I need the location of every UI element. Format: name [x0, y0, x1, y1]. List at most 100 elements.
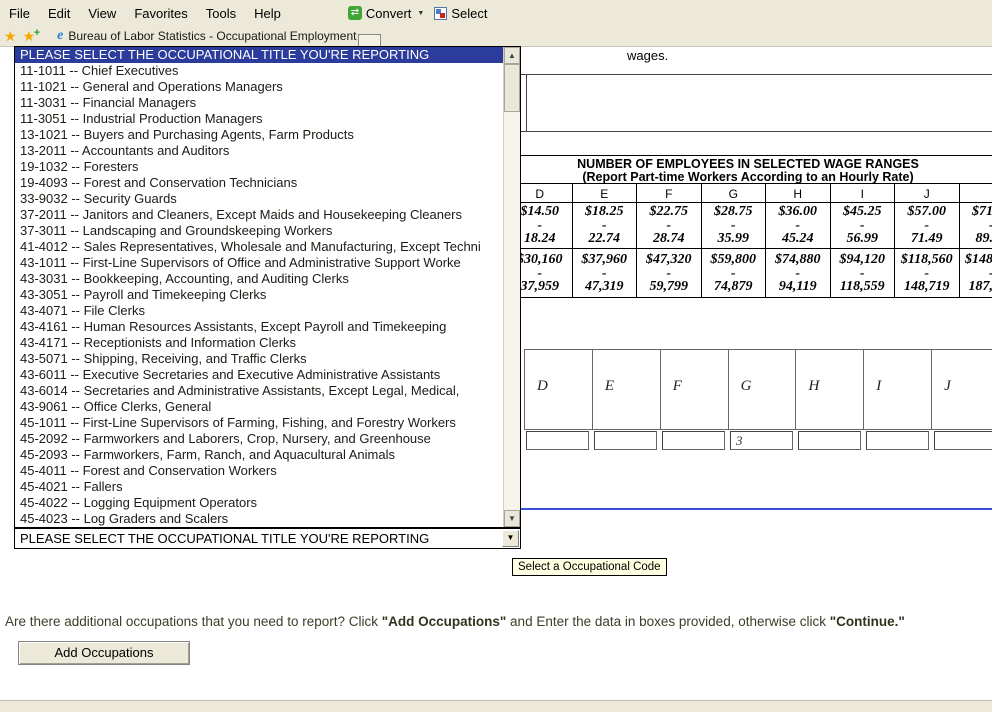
employee-count-input[interactable] — [866, 431, 929, 450]
dropdown-option[interactable]: 19-1032 -- Foresters — [15, 159, 503, 175]
dropdown-option[interactable]: 43-4161 -- Human Resources Assistants, E… — [15, 319, 503, 335]
entry-column-cell: E — [593, 350, 661, 429]
dropdown-option[interactable]: 13-2011 -- Accountants and Auditors — [15, 143, 503, 159]
dropdown-option[interactable]: 33-9032 -- Security Guards — [15, 191, 503, 207]
browser-tab[interactable]: e Bureau of Labor Statistics - Occupatio… — [57, 28, 356, 44]
wage-high: 71.49 — [895, 232, 959, 246]
divider-line-blue — [508, 508, 992, 510]
wage-range-cell: $47,320-59,799 — [637, 249, 702, 297]
dropdown-option[interactable]: 43-4071 -- File Clerks — [15, 303, 503, 319]
menu-view[interactable]: View — [79, 1, 125, 26]
wage-range-cell: $18.25-22.74 — [573, 203, 638, 248]
wage-range-cell: $37,960-47,319 — [573, 249, 638, 297]
wage-low: $57.00 — [895, 205, 959, 219]
wage-range-cell: $28.75-35.99 — [702, 203, 767, 248]
occupation-dropdown-list: PLEASE SELECT THE OCCUPATIONAL TITLE YOU… — [14, 46, 521, 528]
dropdown-option[interactable]: 37-2011 -- Janitors and Cleaners, Except… — [15, 207, 503, 223]
wage-range-cell: $36.00-45.24 — [766, 203, 831, 248]
wage-low: $71.50 — [960, 205, 992, 219]
wage-low: $18.25 — [573, 205, 637, 219]
employee-count-input[interactable] — [934, 431, 992, 450]
add-occupations-button[interactable]: Add Occupations — [18, 641, 190, 665]
menu-bar: File Edit View Favorites Tools Help ⇄ Co… — [0, 0, 992, 27]
dropdown-option[interactable]: 11-1011 -- Chief Executives — [15, 63, 503, 79]
dropdown-option[interactable]: 43-3051 -- Payroll and Timekeeping Clerk… — [15, 287, 503, 303]
dropdown-option[interactable]: 13-1021 -- Buyers and Purchasing Agents,… — [15, 127, 503, 143]
convert-icon: ⇄ — [348, 6, 362, 20]
employee-count-input[interactable] — [798, 431, 861, 450]
dropdown-option[interactable]: 45-4021 -- Fallers — [15, 479, 503, 495]
favorites-bar: ★ ★+ e Bureau of Labor Statistics - Occu… — [0, 26, 992, 47]
convert-label: Convert — [366, 6, 412, 21]
chevron-down-icon[interactable]: ▼ — [417, 10, 424, 17]
dropdown-option[interactable]: 45-4011 -- Forest and Conservation Worke… — [15, 463, 503, 479]
wage-low: $37,960 — [573, 253, 637, 267]
wage-high: 59,799 — [637, 280, 701, 294]
occupation-select[interactable]: PLEASE SELECT THE OCCUPATIONAL TITLE YOU… — [14, 528, 521, 549]
wage-low: $94,120 — [831, 253, 895, 267]
scrollbar-thumb[interactable] — [504, 64, 520, 112]
dropdown-option[interactable]: 43-5071 -- Shipping, Receiving, and Traf… — [15, 351, 503, 367]
wage-range-cell: $57.00-71.49 — [895, 203, 960, 248]
wage-table-heading: NUMBER OF EMPLOYEES IN SELECTED WAGE RAN… — [508, 156, 988, 183]
entry-column-label: H — [808, 378, 819, 394]
dropdown-option[interactable]: 45-4023 -- Log Graders and Scalers — [15, 511, 503, 527]
wage-column-header: E — [573, 184, 638, 202]
add-favorite-icon[interactable]: ★+ — [23, 27, 36, 45]
wage-column-header: G — [702, 184, 767, 202]
menu-tools[interactable]: Tools — [197, 1, 245, 26]
dropdown-option[interactable]: 43-4171 -- Receptionists and Information… — [15, 335, 503, 351]
table-border-line — [508, 74, 992, 75]
wage-range-cell: $74,880-94,119 — [766, 249, 831, 297]
dropdown-option[interactable]: 19-4093 -- Forest and Conservation Techn… — [15, 175, 503, 191]
entry-column-label: E — [605, 378, 614, 394]
annual-wage-row: $30,160-37,959 $37,960-47,319 $47,320-59… — [508, 248, 992, 298]
hourly-wage-row: $14.50-18.24 $18.25-22.74 $22.75-28.74 $… — [508, 202, 992, 248]
convert-toolbar-button[interactable]: ⇄ Convert ▼ — [348, 6, 424, 21]
wage-low: $47,320 — [637, 253, 701, 267]
menu-file[interactable]: File — [0, 1, 39, 26]
dropdown-option[interactable]: 43-1011 -- First-Line Supervisors of Off… — [15, 255, 503, 271]
entry-column-label: J — [944, 378, 951, 394]
scroll-down-button[interactable]: ▼ — [504, 510, 520, 527]
menu-help[interactable]: Help — [245, 1, 290, 26]
dropdown-scrollbar[interactable]: ▲ ▼ — [503, 47, 520, 527]
dropdown-arrow-button[interactable]: ▼ — [502, 530, 519, 547]
dropdown-option[interactable]: 11-3051 -- Industrial Production Manager… — [15, 111, 503, 127]
dropdown-option[interactable]: 11-3031 -- Financial Managers — [15, 95, 503, 111]
employee-count-input[interactable] — [662, 431, 725, 450]
instruction-part: Are there additional occupations that yo… — [5, 614, 382, 629]
table-border-line — [508, 131, 992, 132]
dropdown-option[interactable]: 43-6014 -- Secretaries and Administrativ… — [15, 383, 503, 399]
menu-favorites[interactable]: Favorites — [125, 1, 196, 26]
wage-range-cell: $22.75-28.74 — [637, 203, 702, 248]
wage-range-cell: $148,720-187,199 — [960, 249, 992, 297]
select-toolbar-button[interactable]: Select — [434, 6, 487, 21]
wage-ranges-table: NUMBER OF EMPLOYEES IN SELECTED WAGE RAN… — [508, 155, 992, 298]
wage-low: $148,720 — [960, 253, 992, 267]
employee-count-input[interactable] — [730, 431, 793, 450]
dropdown-option[interactable]: 45-2093 -- Farmworkers, Farm, Ranch, and… — [15, 447, 503, 463]
dropdown-option[interactable]: 45-1011 -- First-Line Supervisors of Far… — [15, 415, 503, 431]
employee-count-input[interactable] — [594, 431, 657, 450]
dropdown-option[interactable]: 43-9061 -- Office Clerks, General — [15, 399, 503, 415]
entry-column-cell: I — [864, 350, 932, 429]
entry-column-label: I — [876, 378, 881, 394]
dropdown-option[interactable]: 45-2092 -- Farmworkers and Laborers, Cro… — [15, 431, 503, 447]
tooltip: Select a Occupational Code — [512, 558, 667, 576]
wage-column-header: F — [637, 184, 702, 202]
dropdown-option[interactable]: 43-6011 -- Executive Secretaries and Exe… — [15, 367, 503, 383]
dropdown-option[interactable]: 11-1021 -- General and Operations Manage… — [15, 79, 503, 95]
favorites-star-icon[interactable]: ★ — [4, 27, 17, 45]
dropdown-option[interactable]: 45-4022 -- Logging Equipment Operators — [15, 495, 503, 511]
dropdown-option[interactable]: 43-3031 -- Bookkeeping, Accounting, and … — [15, 271, 503, 287]
instruction-text: Are there additional occupations that yo… — [5, 614, 989, 629]
dropdown-option-selected[interactable]: PLEASE SELECT THE OCCUPATIONAL TITLE YOU… — [15, 47, 503, 63]
dropdown-option[interactable]: 37-3011 -- Landscaping and Groundskeepin… — [15, 223, 503, 239]
employee-count-input[interactable] — [526, 431, 589, 450]
entry-column-cell: D — [525, 350, 593, 429]
dropdown-options: PLEASE SELECT THE OCCUPATIONAL TITLE YOU… — [15, 47, 503, 527]
scroll-up-button[interactable]: ▲ — [504, 47, 520, 64]
menu-edit[interactable]: Edit — [39, 1, 79, 26]
dropdown-option[interactable]: 41-4012 -- Sales Representatives, Wholes… — [15, 239, 503, 255]
